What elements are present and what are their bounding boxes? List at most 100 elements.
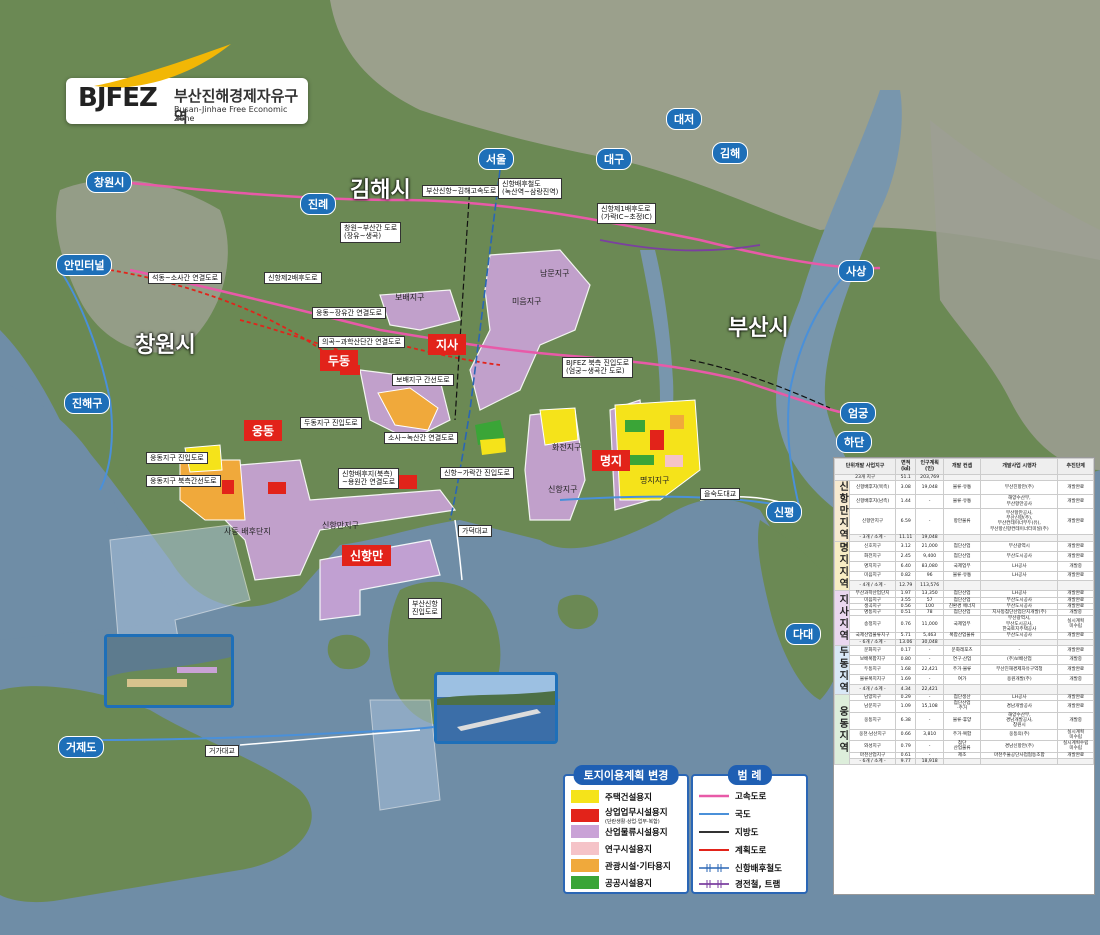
table-cell: 부산과학산업단지 (848, 590, 897, 598)
table-cell: LH공사 (980, 560, 1059, 572)
line-legend: 범 례 고속도로 국도 지방도 계획도로 신항배후철도 경전철, 트램 (691, 765, 808, 894)
table-cell: 0.80 (895, 654, 917, 666)
legend-label: 국도 (735, 810, 751, 820)
national-road-line-icon (699, 813, 729, 815)
zone-label: 사동 배후단지 (224, 527, 271, 536)
ic-tunnel[interactable]: 안민터널 (56, 254, 113, 276)
legend-label: 연구시설용지 (605, 844, 652, 855)
table-cell: (주)보배산업 (980, 654, 1059, 666)
district-jisa[interactable]: 지사 (428, 334, 467, 355)
table-cell: 미음지구 (848, 570, 897, 582)
table-cell: 주거·물류 (942, 664, 982, 676)
table-cell: 부산광역시 (980, 541, 1059, 553)
table-header-cell: 단위개발 사업지구 (833, 458, 897, 475)
table-row: 신항배후지(남측) 1.44- 물류·유통 해양수산부, 부산항만공사 개발완료 (835, 494, 1094, 509)
city-label-gimhae: 김해시 (350, 178, 411, 203)
table-cell (1057, 757, 1094, 766)
district-myeongji[interactable]: 명지 (592, 450, 631, 471)
table-header-cell: 면적 (㎢) (895, 458, 917, 475)
light-rail-line-icon (699, 880, 729, 888)
table-cell: 친환경 에너지 (942, 602, 982, 611)
table-cell: 남문지구 (848, 700, 897, 713)
table-cell: 개발중 (1057, 674, 1094, 685)
table-cell: 12.79 (895, 580, 917, 592)
table-cell: 문화레포츠 (942, 644, 982, 656)
ic-changwon[interactable]: 창원시 (86, 171, 133, 193)
zone-hwajeon (539, 407, 579, 446)
ic-jinrye[interactable]: 진례 (300, 193, 337, 215)
district-dudong[interactable]: 두동 (320, 350, 359, 371)
swatch-residential (571, 790, 599, 803)
callout-bridge: 가덕대교 (458, 525, 492, 538)
callout-road: 신항제1배후도로 (가락IC~초정IC) (597, 203, 656, 224)
table-cell: 해양수산부, 부산항만공사 (980, 494, 1059, 509)
table-cell (980, 580, 1059, 592)
line-legend-title: 범 례 (727, 765, 772, 785)
table-cell: 3,810 (915, 728, 944, 742)
ic-eomgung[interactable]: 엄궁 (840, 402, 877, 424)
callout-road: 부산신항 진입도로 (408, 598, 442, 619)
table-row: 남문지구 1.09 15,108 첨단산업 ·주거 경남개발공사 개발완료 (835, 700, 1094, 713)
rail-line-icon (699, 864, 729, 872)
legend-label: 계획도로 (735, 846, 767, 856)
swatch-tourism (571, 859, 599, 872)
legend-label: 지방도 (735, 828, 759, 838)
table-cell: 국제업무 (942, 615, 982, 634)
ic-dade[interactable]: 다대 (785, 623, 822, 645)
table-row: 웅천·남산지구 0.66 3,810 주거·복합 웅동의(주) 실시계획 미수립 (835, 728, 1094, 742)
swatch-public (571, 876, 599, 889)
table-cell: 2.45 (895, 551, 917, 562)
legend-row: 관광시설·기타용지 (571, 859, 671, 872)
table-cell: 96 (915, 570, 944, 582)
district-sinhangman[interactable]: 신항만 (342, 545, 392, 566)
ic-sinpyeong[interactable]: 신평 (766, 501, 803, 523)
logo-mark: BJFEZ (78, 83, 158, 113)
table-header-cell: 추진단계 (1057, 458, 1094, 475)
ic-geojedo[interactable]: 거제도 (58, 736, 105, 758)
legend-row: 상업업무시설용지 (단란생활·상업·업무·복합) (571, 806, 668, 825)
local-road-line-icon (699, 831, 729, 833)
zone-label: 신항지구 (548, 485, 578, 494)
table-cell: 웅동의(주) (980, 728, 1059, 742)
table-cell: 물류복지지구 (848, 674, 897, 685)
table-cell (1057, 533, 1094, 543)
table-cell: 11.11 (895, 533, 917, 543)
table-cell: 부산진항만(주) (980, 480, 1059, 496)
table-cell: 물류·휴양 (942, 711, 982, 730)
region-label: 명지지역 (834, 541, 850, 592)
table-cell (1057, 684, 1094, 695)
legend-row: 국도 (699, 808, 751, 820)
ic-sasang[interactable]: 사상 (838, 260, 875, 282)
table-cell: 첨단산업 (942, 551, 982, 562)
ic-daejeo[interactable]: 대저 (666, 108, 703, 130)
swatch-industrial (571, 825, 599, 838)
table-cell: 0.82 (895, 570, 917, 582)
legend-label: 상업업무시설용지 (605, 808, 668, 818)
table-cell: 개발완료 (1057, 494, 1094, 509)
district-ungdong[interactable]: 웅동 (244, 420, 283, 441)
ic-seoul[interactable]: 서울 (478, 148, 515, 170)
legend-row: 주택건설용지 (571, 790, 652, 803)
port-plan-south (369, 699, 441, 811)
zone-label: 보배지구 (395, 293, 425, 302)
district-table-grid: 단위개발 사업지구 면적 (㎢) 인구계획 (인) 개발 컨셉 개발사업 시행자 추진단계… (833, 458, 1094, 766)
table-row: - 4개 / 소계 -4.34 22,421 (835, 684, 1094, 695)
table-cell: 경남개발공사 (980, 700, 1059, 713)
ic-gimhae[interactable]: 김해 (712, 142, 749, 164)
table-row: 웅동지구 6.38- 물류·휴양 해양수산부, 경남개발공사, 창원시 개발중 (835, 711, 1094, 730)
ic-daegu[interactable]: 대구 (596, 148, 633, 170)
table-cell (942, 684, 982, 695)
ic-hadan[interactable]: 하단 (836, 431, 873, 453)
callout-road: 두동지구 진입도로 (300, 417, 362, 430)
legend-row: 고속도로 (699, 790, 766, 802)
table-cell: 송정지구 (848, 615, 897, 634)
table-cell: 부산도시공사 (980, 551, 1059, 562)
table-cell: 실시계획수립 미수립 (1057, 740, 1094, 753)
ic-jinhaegu[interactable]: 진해구 (64, 392, 111, 414)
table-cell (1057, 580, 1094, 592)
legend-label: 산업물류시설용지 (605, 827, 668, 838)
table-cell: 6.59 (895, 507, 917, 535)
table-cell (980, 533, 1059, 543)
legend-row: 산업물류시설용지 (571, 825, 668, 838)
table-cell (942, 757, 982, 766)
